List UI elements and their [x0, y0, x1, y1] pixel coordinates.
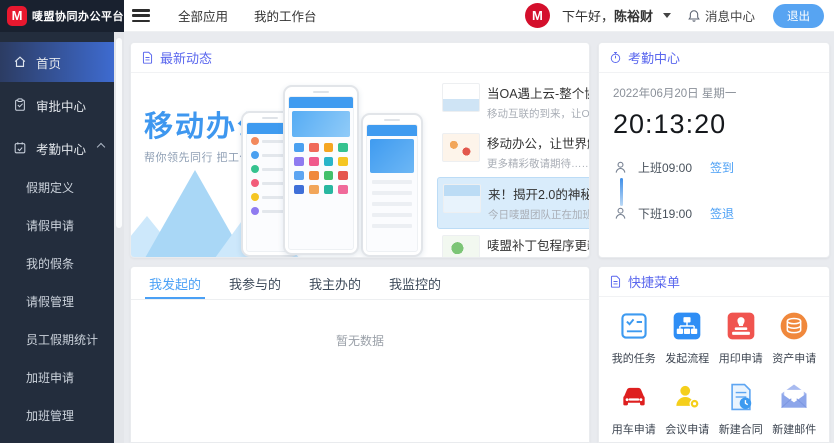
sidebar-item-label: 审批中心: [36, 96, 86, 115]
sidebar-item-approval-center[interactable]: 审批中心: [0, 85, 114, 125]
news-list: 当OA遇上云-整个协同OA 移动互联的到来，让OA与云 移动办公，让世界触手可 …: [431, 73, 590, 258]
sidebar-item-label: 考勤中心: [36, 139, 86, 158]
attendance-date: 2022年06月20日 星期一: [613, 85, 815, 101]
quick-item-start-process[interactable]: 发起流程: [661, 309, 715, 366]
quick-item-vehicle-request[interactable]: 用车申请: [607, 380, 661, 437]
app-logo: M: [7, 6, 27, 26]
sidebar-sub-overtime-request[interactable]: 加班申请: [0, 358, 114, 396]
news-thumbnail: [443, 184, 481, 213]
attendance-header: 考勤中心: [599, 43, 829, 73]
greeting-text: 下午好，: [562, 9, 614, 24]
check-out-link[interactable]: 签退: [710, 205, 734, 222]
database-icon: [777, 309, 811, 343]
document-icon: [609, 275, 622, 288]
quick-item-new-contract[interactable]: 新建合同: [714, 380, 768, 437]
person-icon: [613, 160, 628, 175]
user-avatar[interactable]: M: [525, 3, 550, 28]
quick-item-my-tasks[interactable]: 我的任务: [607, 309, 661, 366]
quick-menu-grid: 我的任务 发起流程: [599, 297, 829, 437]
user-greeting[interactable]: 下午好，陈裕财: [562, 6, 653, 25]
my-processes-panel: 我发起的 我参与的 我主办的 我监控的 暂无数据: [130, 266, 590, 443]
clipboard-icon: [13, 98, 27, 112]
news-item[interactable]: 移动办公，让世界触手可 更多精彩敬请期待……: [437, 127, 590, 177]
sidebar-sub-employee-holiday-stats[interactable]: 员工假期统计: [0, 320, 114, 358]
car-icon: [617, 380, 651, 414]
latest-news-title: 最新动态: [160, 48, 212, 67]
tab-hosted-by-me[interactable]: 我主办的: [295, 267, 375, 299]
latest-news-panel: 最新动态 移动办公 帮你领先同行 把工作带出办公室: [130, 42, 590, 258]
sidebar: 首页 审批中心 考勤中心 假期定义 请假申请 我的假条 请假管理 员工假期统计 …: [0, 32, 114, 443]
username: 陈裕财: [614, 9, 653, 24]
news-body: 移动办公 帮你领先同行 把工作带出办公室 当OA遇上云-整个协同OA: [131, 73, 589, 258]
nav-all-apps[interactable]: 全部应用: [178, 6, 228, 25]
sidebar-item-home[interactable]: 首页: [0, 42, 114, 82]
phone-mockup-right: [361, 113, 423, 257]
check-in-link[interactable]: 签到: [710, 159, 734, 176]
chevron-down-icon[interactable]: [663, 13, 671, 18]
tab-participated-by-me[interactable]: 我参与的: [215, 267, 295, 299]
news-thumbnail: [442, 133, 480, 162]
sidebar-scrollbar[interactable]: [114, 32, 124, 443]
quick-item-new-mail[interactable]: 新建邮件: [768, 380, 822, 437]
quick-menu-header: 快捷菜单: [599, 267, 829, 297]
person-icon: [613, 206, 628, 221]
contract-clock-icon: [724, 380, 758, 414]
message-center[interactable]: 消息中心: [687, 6, 755, 25]
sidebar-sub-holiday-definition[interactable]: 假期定义: [0, 168, 114, 206]
message-center-label: 消息中心: [705, 6, 755, 25]
stopwatch-icon: [609, 51, 622, 64]
person-gear-icon: [670, 380, 704, 414]
bell-icon: [687, 9, 701, 23]
topbar-right: M 下午好，陈裕财 消息中心 退出: [525, 3, 834, 28]
quick-item-asset-request[interactable]: 资产申请: [768, 309, 822, 366]
attendance-body: 2022年06月20日 星期一 20:13:20 上班09:00 签到 下班19…: [599, 73, 829, 258]
logout-button[interactable]: 退出: [773, 4, 824, 28]
check-out-row: 下班19:00 签退: [613, 204, 815, 222]
calendar-icon: [13, 141, 27, 155]
home-icon: [13, 55, 27, 69]
top-nav: 全部应用 我的工作台: [178, 6, 317, 25]
latest-news-header: 最新动态: [131, 43, 589, 73]
quick-item-seal-request[interactable]: 用印申请: [714, 309, 768, 366]
news-item[interactable]: 当OA遇上云-整个协同OA 移动互联的到来，让OA与云: [437, 77, 590, 127]
brand-block: M 唛盟协同办公平台: [0, 0, 124, 32]
envelope-icon: [777, 380, 811, 414]
phone-mockup-center: [283, 85, 359, 255]
mobile-office-banner[interactable]: 移动办公 帮你领先同行 把工作带出办公室: [131, 73, 431, 258]
sidebar-item-label: 首页: [36, 53, 61, 72]
quick-menu-title: 快捷菜单: [628, 272, 680, 291]
app-title: 唛盟协同办公平台: [32, 8, 124, 24]
sidebar-sub-overtime-management[interactable]: 加班管理: [0, 396, 114, 434]
top-bar: M 唛盟协同办公平台 全部应用 我的工作台 M 下午好，陈裕财 消息中心 退出: [0, 0, 834, 32]
sidebar-item-attendance-center[interactable]: 考勤中心: [0, 128, 114, 168]
attendance-title: 考勤中心: [628, 48, 680, 67]
menu-toggle-icon[interactable]: [132, 9, 150, 22]
check-in-row: 上班09:00 签到: [613, 158, 815, 176]
process-tabs: 我发起的 我参与的 我主办的 我监控的: [131, 267, 589, 300]
chevron-up-icon: [97, 143, 105, 151]
attendance-clock: 20:13:20: [613, 109, 815, 140]
sidebar-sub-my-leave-notes[interactable]: 我的假条: [0, 244, 114, 282]
news-item-highlighted[interactable]: 来！揭开2.0的神秘面纱~ 今日唛盟团队正在加班加点，: [437, 177, 590, 229]
news-thumbnail: [442, 83, 480, 112]
nav-my-workbench[interactable]: 我的工作台: [254, 6, 317, 25]
stamp-icon: [724, 309, 758, 343]
flowchart-icon: [670, 309, 704, 343]
attendance-panel: 考勤中心 2022年06月20日 星期一 20:13:20 上班09:00 签到…: [598, 42, 830, 258]
attendance-rows: 上班09:00 签到 下班19:00 签退: [613, 158, 815, 222]
quick-menu-panel: 快捷菜单 我的任务: [598, 266, 830, 443]
tab-monitored-by-me[interactable]: 我监控的: [375, 267, 455, 299]
sidebar-sub-leave-request[interactable]: 请假申请: [0, 206, 114, 244]
empty-state-text: 暂无数据: [131, 300, 589, 349]
news-item[interactable]: 唛盟补丁包程序更新 为了营造更好的客户体验，唛: [437, 229, 590, 258]
quick-item-meeting-request[interactable]: 会议申请: [661, 380, 715, 437]
tab-initiated-by-me[interactable]: 我发起的: [135, 267, 215, 299]
sidebar-scrollbar-thumb[interactable]: [116, 38, 122, 228]
timeline-connector: [620, 178, 623, 206]
document-icon: [141, 51, 154, 64]
news-thumbnail: [442, 235, 480, 258]
tasks-icon: [617, 309, 651, 343]
sidebar-sub-leave-management[interactable]: 请假管理: [0, 282, 114, 320]
